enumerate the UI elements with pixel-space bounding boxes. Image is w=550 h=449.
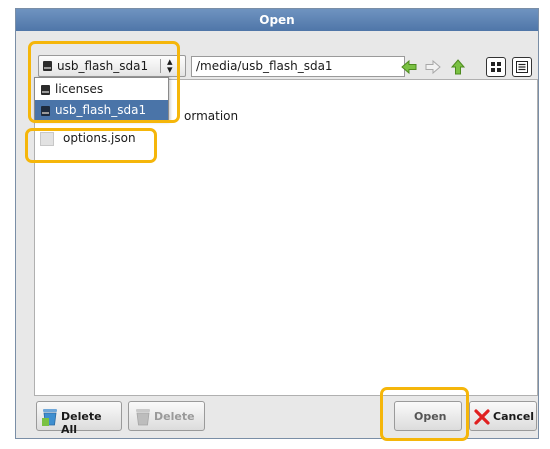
cancel-button[interactable]: Cancel (469, 401, 537, 431)
delete-all-label: Delete All (61, 410, 102, 436)
close-icon (474, 409, 490, 425)
arrow-up-icon[interactable] (449, 58, 467, 76)
delete-button[interactable]: Delete (128, 401, 205, 431)
arrow-right-icon[interactable] (424, 58, 442, 76)
arrow-left-icon[interactable] (400, 58, 418, 76)
hidden-file-label[interactable]: ormation (184, 109, 238, 123)
file-list-area[interactable] (34, 79, 538, 396)
grid-view-icon (491, 62, 501, 72)
delete-all-button[interactable]: Delete All (36, 401, 122, 436)
trash-icon (136, 409, 150, 426)
grid-view-button[interactable] (486, 57, 506, 77)
highlight-file-item (25, 128, 157, 163)
path-input[interactable]: /media/usb_flash_sda1 (191, 56, 405, 77)
list-view-icon (516, 61, 528, 73)
highlight-location-dropdown (28, 41, 180, 123)
highlight-open-button (380, 387, 469, 441)
dialog-title: Open (16, 9, 538, 31)
cancel-label: Cancel (493, 410, 535, 423)
delete-label: Delete (154, 410, 195, 423)
list-view-button[interactable] (512, 57, 532, 77)
trash-icon (42, 409, 57, 426)
